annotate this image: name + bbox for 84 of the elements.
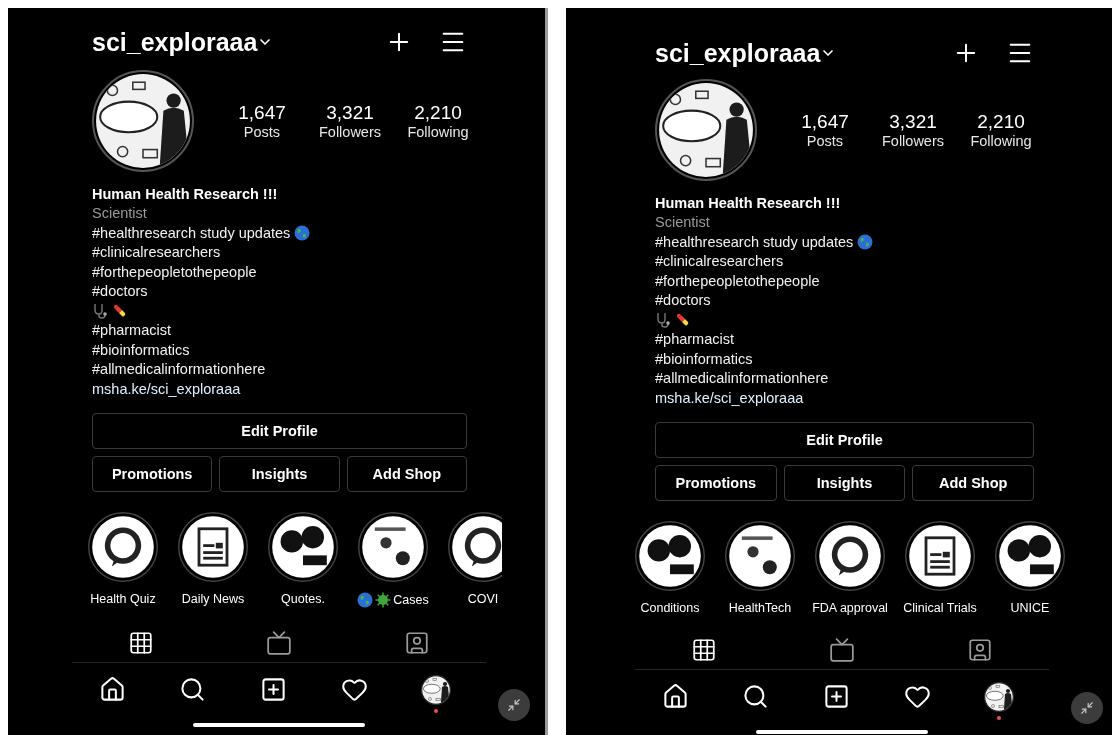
profile-category: Scientist: [655, 214, 710, 231]
bio-text[interactable]: #doctors: [92, 283, 148, 300]
stat-count[interactable]: 2,210: [977, 111, 1025, 133]
globe-icon: [357, 591, 374, 608]
profile-name: Human Health Research !!!: [655, 194, 841, 211]
highlight-label: Quotes.: [281, 591, 325, 606]
bio-text[interactable]: #bioinformatics: [92, 341, 190, 358]
pill-icon: [675, 311, 691, 328]
collapse-icon: [1080, 701, 1094, 715]
profile-action-button[interactable]: Add Shop: [346, 455, 467, 492]
grid-icon: [128, 629, 154, 656]
bio-text[interactable]: #forthepeopletothepeople: [655, 272, 820, 289]
username[interactable]: sci_exploraaa: [92, 27, 258, 57]
stat-label[interactable]: Posts: [243, 124, 281, 140]
profile-action-button[interactable]: Promotions: [655, 464, 777, 501]
profile-link[interactable]: msha.ke/sci_exploraaa: [92, 380, 241, 397]
collapse-button[interactable]: [1071, 692, 1103, 724]
profile-tab[interactable]: [691, 636, 717, 663]
home-button[interactable]: [98, 676, 126, 703]
highlight-label: Conditions: [640, 600, 700, 615]
collapse-icon: [507, 698, 521, 712]
stat-count[interactable]: 3,321: [326, 102, 374, 124]
globe-icon: [857, 233, 874, 250]
stat-label[interactable]: Followers: [318, 124, 381, 140]
person-card-icon: [967, 636, 993, 663]
globe-icon: [294, 224, 311, 241]
stat-count[interactable]: 1,647: [801, 111, 849, 133]
bio-text[interactable]: #pharmacist: [92, 322, 171, 339]
stat-count[interactable]: 1,647: [238, 102, 286, 124]
activity-button[interactable]: [340, 676, 368, 703]
highlight-label: UNICE: [1010, 600, 1050, 615]
bio-text[interactable]: #bioinformatics: [655, 350, 753, 367]
virus-icon: [375, 591, 392, 608]
activity-button[interactable]: [903, 683, 931, 710]
tv-icon: [829, 636, 855, 663]
tv-icon: [266, 629, 292, 656]
username[interactable]: sci_exploraaa: [655, 38, 821, 68]
new-post-button[interactable]: [260, 676, 287, 703]
profile-action-button[interactable]: Add Shop: [912, 464, 1034, 501]
bio-text[interactable]: #pharmacist: [655, 331, 734, 348]
stat-label[interactable]: Following: [407, 124, 469, 140]
bio-text[interactable]: #forthepeopletothepeople: [92, 263, 257, 280]
stat-label[interactable]: Following: [970, 133, 1032, 149]
bio-text: #healthresearch study updates: [655, 233, 854, 250]
search-button[interactable]: [742, 683, 770, 710]
home-button[interactable]: [661, 683, 689, 710]
highlight-label: Daily News: [181, 591, 245, 606]
highlight-label: Health Quiz: [90, 591, 156, 606]
highlight-label: HealthTech: [728, 600, 792, 615]
person-card-icon: [404, 629, 430, 656]
collapse-button[interactable]: [498, 689, 530, 721]
bio-text[interactable]: #clinicalresearchers: [655, 253, 784, 270]
bio-text[interactable]: #allmedicalinformationhere: [655, 370, 829, 387]
bio-text: #healthresearch study updates: [92, 224, 291, 241]
highlight-label: COVI: [467, 591, 499, 606]
highlight-label: Clinical Trials: [903, 600, 977, 615]
profile-action-button[interactable]: Insights: [219, 455, 340, 492]
pill-icon: [112, 302, 128, 319]
bio-text[interactable]: #doctors: [655, 292, 711, 309]
stethoscope-icon: [92, 302, 108, 319]
search-button[interactable]: [179, 676, 207, 703]
stat-count[interactable]: 2,210: [414, 102, 462, 124]
profile-action-button[interactable]: Insights: [783, 464, 906, 501]
profile-link[interactable]: msha.ke/sci_exploraaa: [655, 389, 804, 406]
stethoscope-icon: [655, 311, 671, 328]
edit-profile-button[interactable]: Edit Profile: [92, 412, 467, 449]
stat-label[interactable]: Followers: [881, 133, 944, 149]
profile-tab[interactable]: [829, 636, 855, 663]
profile-name: Human Health Research !!!: [92, 185, 278, 202]
profile-tab[interactable]: [266, 629, 292, 656]
bio-text[interactable]: #clinicalresearchers: [92, 244, 221, 261]
grid-icon: [691, 636, 717, 663]
profile-tab[interactable]: [404, 629, 430, 656]
edit-profile-button[interactable]: Edit Profile: [655, 421, 1034, 458]
highlight-label: FDA approval: [812, 600, 888, 615]
new-post-button[interactable]: [823, 683, 850, 710]
profile-tab[interactable]: [967, 636, 993, 663]
bio-text[interactable]: #allmedicalinformationhere: [92, 361, 266, 378]
stat-label[interactable]: Posts: [806, 133, 844, 149]
stat-count[interactable]: 3,321: [889, 111, 937, 133]
profile-tab[interactable]: [128, 629, 154, 656]
profile-category: Scientist: [92, 205, 147, 222]
highlight-label: Cases: [393, 592, 429, 607]
profile-action-button[interactable]: Promotions: [92, 455, 213, 492]
